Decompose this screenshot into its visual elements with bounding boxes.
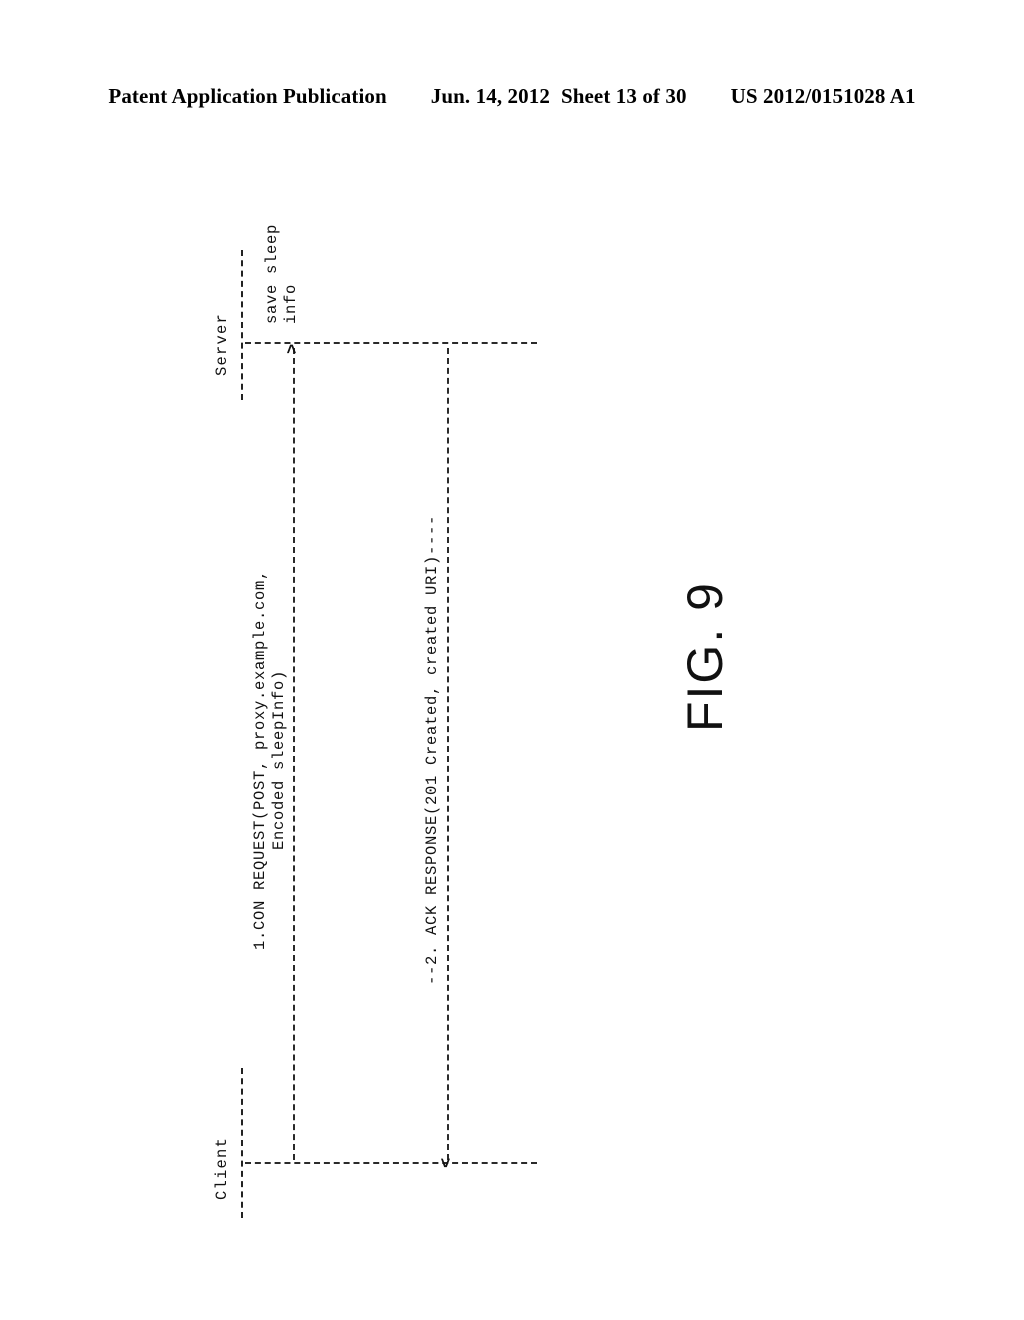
note-save-sleep-info-line1: save sleep [263,223,281,324]
note-save-sleep-info: save sleep info [263,224,301,324]
actor-label-server: Server [213,312,231,376]
message-2-label: --2. ACK RESPONSE(201 Created, created U… [423,370,442,1130]
message-1-line1: 1.CON REQUEST(POST, proxy.example.com, [251,569,269,951]
lifeline-client [245,1162,537,1164]
message-2-line1: --2. ACK RESPONSE(201 Created, created U… [423,514,441,986]
figure-caption: FIG. 9 [677,581,733,732]
note-save-sleep-info-line2: info [282,283,300,324]
sequence-diagram: Client Server 1.CON REQUEST(POST, proxy.… [213,200,545,1218]
actor-label-client: Client [213,1136,231,1200]
drawing-sheet: Client Server 1.CON REQUEST(POST, proxy.… [0,0,1024,1320]
message-1-arrowhead-icon: > [284,343,303,354]
message-2-arrowhead-icon: < [438,1157,457,1168]
message-1-line2: Encoded sleepInfo) [270,669,288,851]
actor-head-rule-client [241,1068,243,1218]
message-1-label: 1.CON REQUEST(POST, proxy.example.com, E… [251,410,289,1110]
message-2-arrow-line [447,348,449,1160]
message-1-arrow-line [293,348,295,1160]
actor-head-rule-server [241,250,243,400]
